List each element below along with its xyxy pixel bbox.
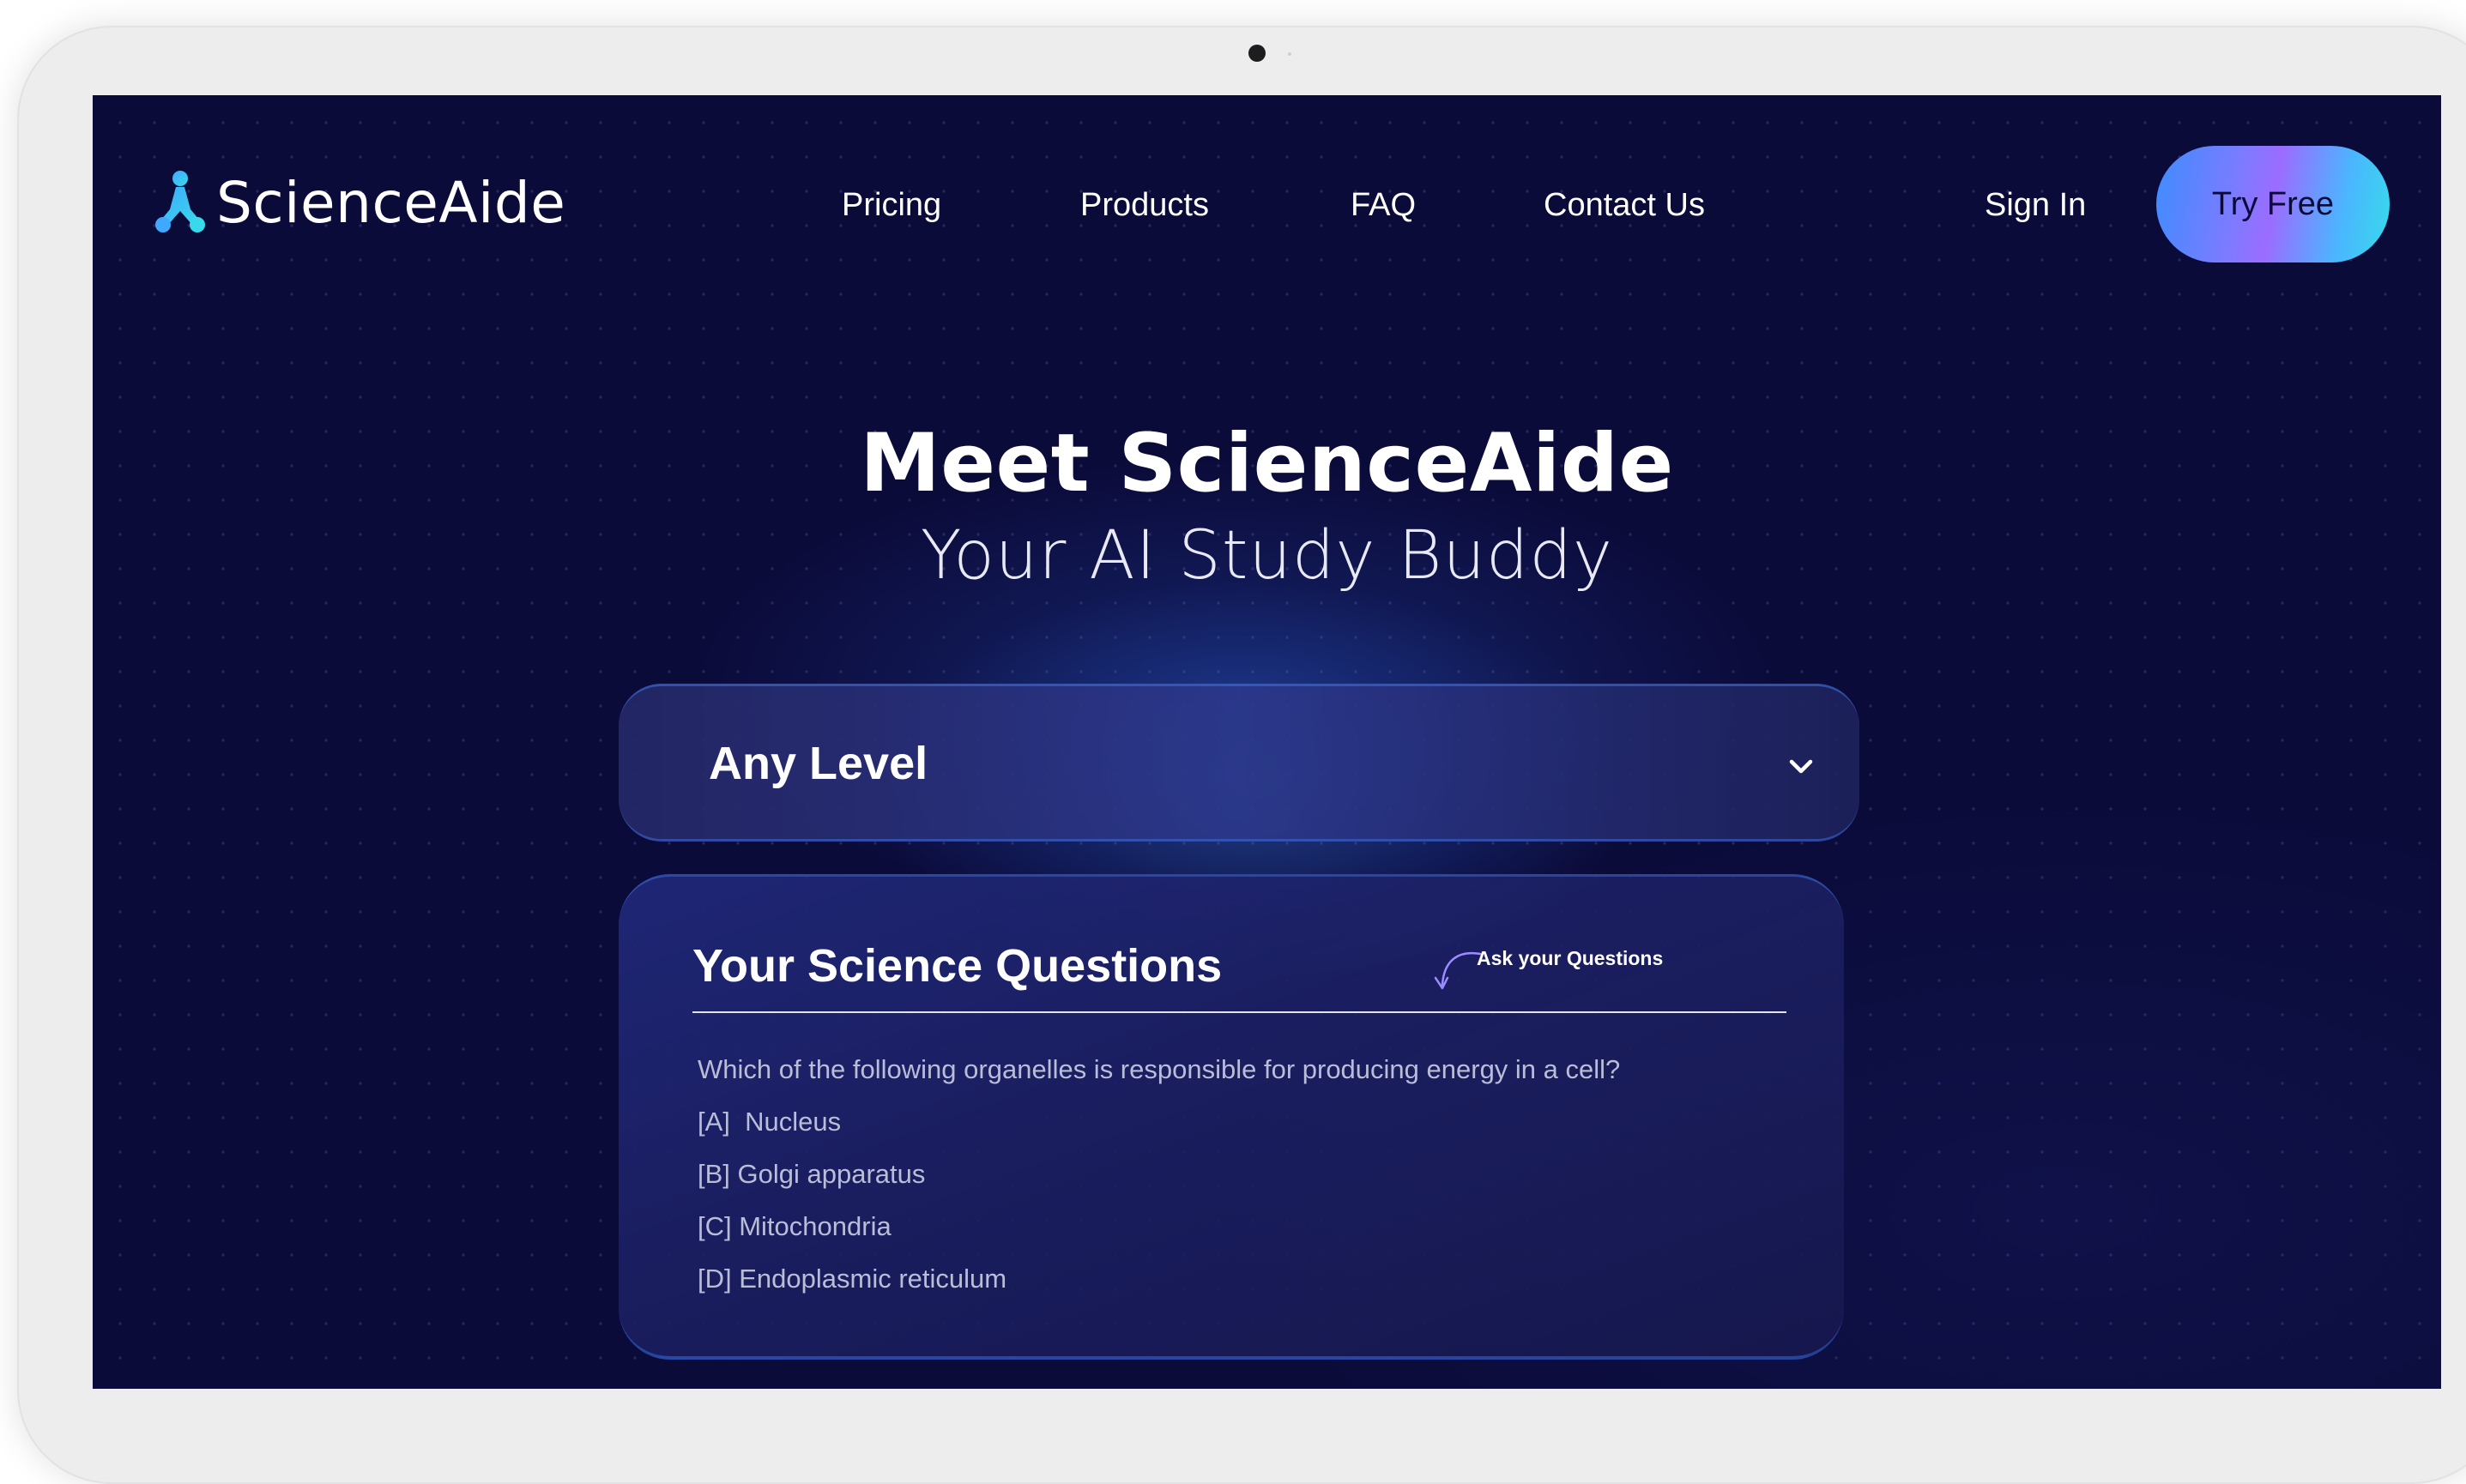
- try-free-button[interactable]: Try Free: [2156, 146, 2390, 262]
- nav-link-products[interactable]: Products: [1080, 179, 1209, 231]
- questions-title: Your Science Questions: [692, 940, 1223, 992]
- brand-name: ScienceAide: [216, 169, 566, 236]
- nav-link-faq[interactable]: FAQ: [1351, 179, 1416, 231]
- hero-subtitle: Your AI Study Buddy: [920, 517, 1614, 594]
- camera-sensor: [1288, 52, 1291, 56]
- ask-questions-hint: Ask your Questions: [1477, 947, 1664, 969]
- option-d[interactable]: [D] Endoplasmic reticulum: [698, 1262, 1006, 1296]
- chevron-down-icon: [1789, 759, 1813, 774]
- nav-link-contact-us[interactable]: Contact Us: [1544, 179, 1705, 231]
- sign-in-link[interactable]: Sign In: [1985, 179, 2086, 231]
- level-select[interactable]: Any Level: [619, 684, 1859, 842]
- option-c[interactable]: [C] Mitochondria: [698, 1210, 892, 1244]
- brand-logo[interactable]: ScienceAide: [153, 168, 565, 237]
- level-select-value: Any Level: [709, 738, 928, 789]
- option-a[interactable]: [A] Nucleus: [698, 1105, 841, 1139]
- camera-lens: [1248, 45, 1266, 62]
- nav-link-pricing[interactable]: Pricing: [842, 179, 941, 231]
- questions-divider: [692, 1011, 1786, 1013]
- logo-mark-icon: [155, 171, 205, 232]
- screen: ScienceAide Pricing Products FAQ Contact…: [93, 95, 2441, 1389]
- option-b[interactable]: [B] Golgi apparatus: [698, 1157, 925, 1191]
- questions-card: Your Science Questions Ask your Question…: [619, 874, 1844, 1360]
- question-text[interactable]: Which of the following organelles is res…: [698, 1053, 1620, 1087]
- hero-title: Meet ScienceAide: [860, 417, 1674, 510]
